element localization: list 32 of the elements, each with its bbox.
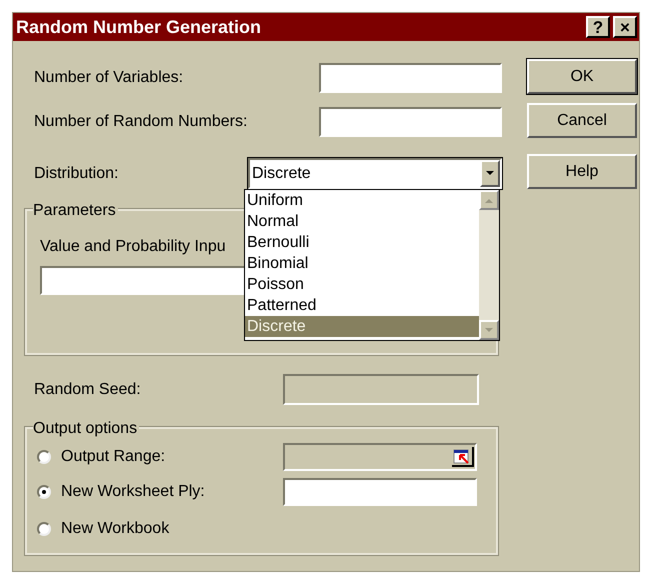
close-button[interactable]: × <box>613 16 637 38</box>
help-button[interactable]: ? <box>586 16 610 38</box>
window-title: Random Number Generation <box>16 16 262 38</box>
field-label: Value and Probability Inpu <box>40 237 226 257</box>
scroll-down-button[interactable] <box>479 320 499 340</box>
input-field[interactable] <box>319 107 502 137</box>
field-label: Random Seed: <box>33 380 142 400</box>
dialog-button[interactable]: Cancel <box>527 103 637 138</box>
dialog-button[interactable]: Help <box>527 154 637 189</box>
scroll-up-button[interactable] <box>479 190 499 210</box>
dropdown-option[interactable]: Bernoulli <box>245 232 479 253</box>
dropdown-option[interactable]: Normal <box>245 211 479 232</box>
field-label: Number of Random Numbers: <box>33 112 248 132</box>
dropdown-option[interactable]: Uniform <box>245 190 479 211</box>
dropdown-option[interactable]: Poisson <box>245 274 479 295</box>
dropdown-option[interactable]: Binomial <box>245 253 479 274</box>
input-field[interactable] <box>283 478 477 506</box>
radio-label: New Workbook <box>61 519 170 539</box>
radio-button[interactable] <box>37 485 51 499</box>
field-label: Distribution: <box>33 164 118 184</box>
up-arrow-icon <box>485 198 493 202</box>
field-label: Number of Variables: <box>33 68 184 88</box>
down-arrow-icon <box>485 328 493 332</box>
dropdown-option[interactable]: Discrete <box>245 316 479 337</box>
dropdown-option[interactable]: Patterned <box>245 295 479 316</box>
radio-label: New Worksheet Ply: <box>61 482 205 502</box>
distribution-dropdown[interactable]: Discrete <box>248 158 502 189</box>
input-field[interactable] <box>319 63 502 93</box>
radio-button[interactable] <box>37 522 51 536</box>
dialog-button[interactable]: OK <box>527 59 637 94</box>
scrollbar[interactable] <box>479 190 499 340</box>
radio-label: Output Range: <box>61 447 166 467</box>
